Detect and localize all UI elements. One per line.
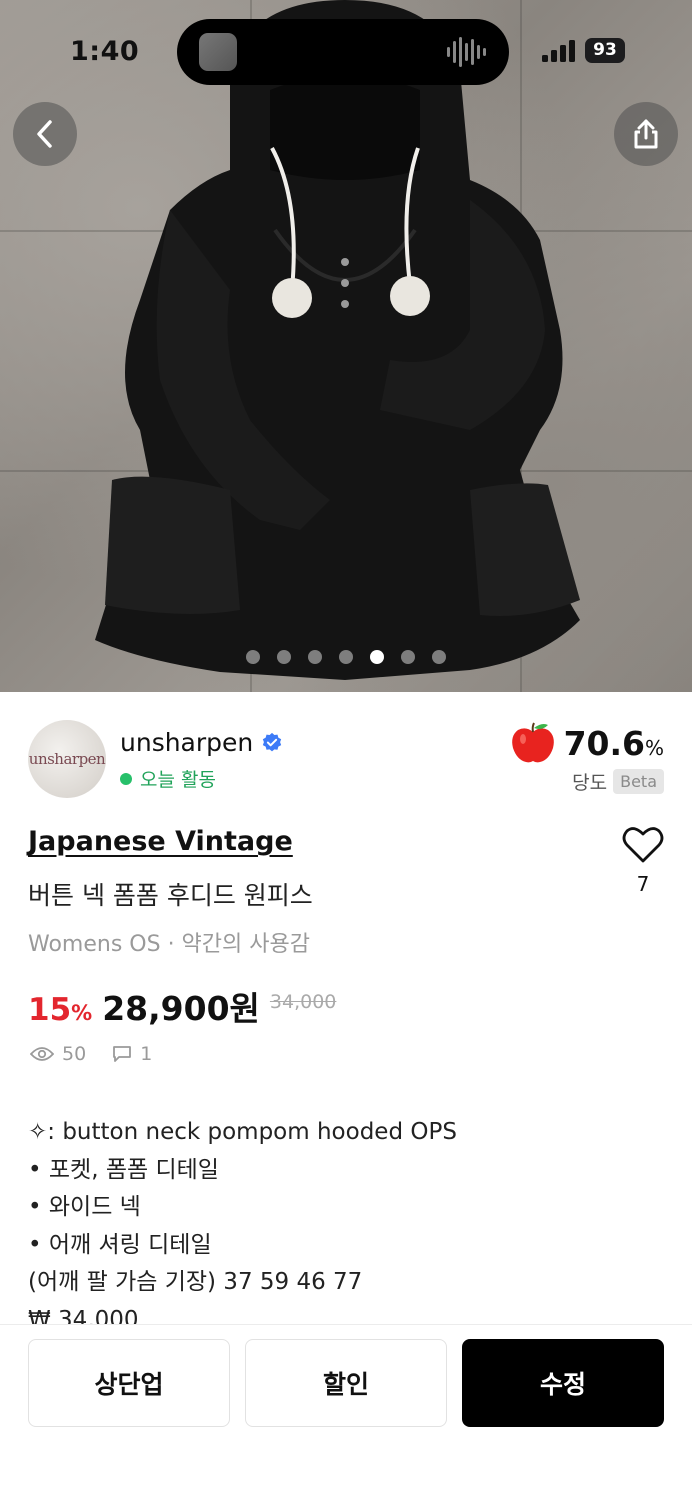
product-title: 버튼 넥 폼폼 후디드 원피스 <box>28 881 313 910</box>
description-line: • 와이드 넥 <box>28 1194 141 1220</box>
sweetness-score[interactable]: 70.6% <box>510 722 664 764</box>
pagination-dot[interactable] <box>277 650 291 664</box>
brand-link[interactable]: Japanese Vintage <box>28 826 293 857</box>
sale-price: 28,900원 <box>102 989 260 1028</box>
product-image-gallery[interactable]: 1:40 93 <box>0 0 692 692</box>
apple-icon <box>511 722 554 763</box>
chevron-left-icon <box>37 120 52 148</box>
description-line: ₩ 34,000 <box>28 1306 139 1325</box>
comment-count: 1 <box>140 1043 153 1065</box>
avatar-logo-text: unsharpen <box>28 750 106 768</box>
bottom-action-bar: 상단업 할인 수정 <box>0 1324 692 1500</box>
pagination-dot[interactable] <box>308 650 322 664</box>
verified-badge-icon <box>263 732 282 751</box>
dynamic-island <box>177 19 509 85</box>
share-icon <box>634 119 658 149</box>
like-count: 7 <box>636 872 650 896</box>
description-line: (어깨 팔 가슴 기장) 37 59 46 77 <box>28 1269 363 1295</box>
bump-up-button[interactable]: 상단업 <box>28 1339 230 1427</box>
product-meta: Womens OS · 약간의 사용감 <box>28 932 310 957</box>
signal-strength-icon <box>542 40 575 62</box>
seller-avatar[interactable]: unsharpen <box>28 720 106 798</box>
price-row: 15% 28,900원 34,000 <box>28 982 336 1030</box>
battery-indicator: 93 <box>585 38 625 63</box>
pagination-dot-active[interactable] <box>370 650 384 664</box>
share-button[interactable] <box>614 102 678 166</box>
pagination-dot[interactable] <box>401 650 415 664</box>
sweetness-label-row: 당도 Beta <box>572 768 664 795</box>
activity-label: 오늘 활동 <box>140 769 216 791</box>
sweetness-label: 당도 <box>572 772 608 794</box>
seller-name-row[interactable]: unsharpen <box>120 728 283 757</box>
description-line: • 포켓, 폼폼 디테일 <box>28 1156 219 1183</box>
product-description: ✧: button neck pompom hooded OPS • 포켓, 폼… <box>28 1114 668 1324</box>
gallery-pagination <box>0 650 692 664</box>
online-dot-icon <box>120 772 132 785</box>
heart-icon <box>622 827 664 863</box>
pagination-dot[interactable] <box>339 650 353 664</box>
status-time: 1:40 <box>70 36 140 67</box>
beta-badge: Beta <box>613 769 664 794</box>
description-line: ✧: button neck pompom hooded OPS <box>28 1119 457 1145</box>
now-playing-thumbnail <box>199 33 237 71</box>
discount-button[interactable]: 할인 <box>245 1339 447 1427</box>
engagement-stats: 50 1 <box>30 1043 152 1065</box>
product-photo <box>95 0 580 680</box>
seller-name[interactable]: unsharpen <box>120 728 253 757</box>
back-button[interactable] <box>13 102 77 166</box>
view-count: 50 <box>62 1043 87 1065</box>
seller-activity-status: 오늘 활동 <box>120 765 216 792</box>
pagination-dot[interactable] <box>246 650 260 664</box>
comment-icon <box>113 1046 132 1062</box>
description-scroll-area[interactable]: ✧: button neck pompom hooded OPS • 포켓, 폼… <box>0 1100 692 1324</box>
eye-icon <box>30 1047 54 1061</box>
pagination-dot[interactable] <box>432 650 446 664</box>
audio-waveform-icon <box>447 37 486 67</box>
original-price: 34,000 <box>269 991 337 1013</box>
description-line: • 어깨 셔링 디테일 <box>28 1231 212 1258</box>
sweetness-percent: 70.6% <box>563 723 664 763</box>
like-button[interactable]: 7 <box>620 826 666 896</box>
edit-button[interactable]: 수정 <box>462 1339 664 1427</box>
discount-rate: 15% <box>28 992 93 1028</box>
